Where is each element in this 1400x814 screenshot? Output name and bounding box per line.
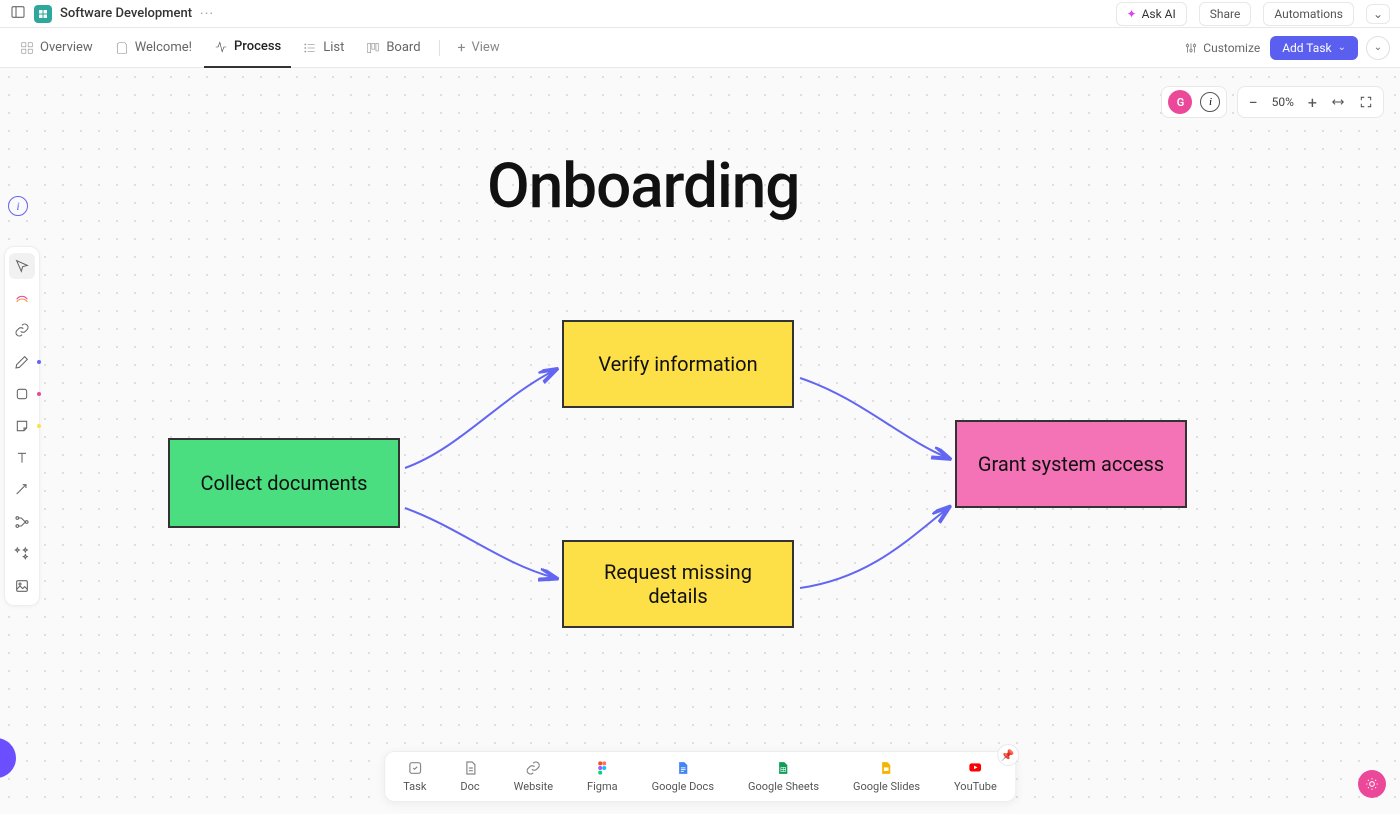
node-request-missing-details[interactable]: Request missing details — [562, 540, 794, 628]
customize-button[interactable]: Customize — [1176, 41, 1268, 55]
drawing-toolbox — [4, 246, 40, 606]
node-verify-information[interactable]: Verify information — [562, 320, 794, 408]
dock-google-slides[interactable]: Google Slides — [853, 760, 920, 793]
tab-board[interactable]: Board — [356, 28, 430, 68]
dock-website[interactable]: Website — [514, 760, 553, 793]
node-collect-documents[interactable]: Collect documents — [168, 438, 400, 528]
chevron-down-icon: ⌄ — [1338, 42, 1346, 53]
space-title[interactable]: Software Development — [60, 6, 192, 21]
ai-tool[interactable] — [9, 285, 35, 311]
dock-doc-label: Doc — [460, 780, 479, 793]
canvas-info-icon[interactable]: i — [8, 196, 28, 216]
help-bubble[interactable] — [0, 738, 16, 778]
gdocs-icon — [675, 760, 691, 776]
figma-icon — [594, 760, 610, 776]
dock-gslides-label: Google Slides — [853, 780, 920, 793]
share-button[interactable]: Share — [1199, 2, 1252, 26]
website-icon — [525, 760, 541, 776]
zoom-level[interactable]: 50% — [1272, 95, 1294, 109]
pin-dock-button[interactable]: 📌 — [997, 744, 1019, 766]
dock-gsheets-label: Google Sheets — [748, 780, 819, 793]
dock-google-sheets[interactable]: Google Sheets — [748, 760, 819, 793]
zoom-out-button[interactable]: − — [1248, 93, 1257, 112]
gslides-icon — [879, 760, 895, 776]
presence-pill: G i — [1161, 86, 1227, 118]
tab-process-label: Process — [234, 39, 281, 54]
sparkle-icon: ✦ — [1127, 7, 1137, 21]
automations-button[interactable]: Automations — [1263, 2, 1354, 26]
connector-tool[interactable] — [9, 477, 35, 503]
ai-assistant-bubble[interactable] — [1358, 770, 1386, 798]
gsheets-icon — [775, 760, 791, 776]
insert-dock: 📌 Task Doc Website Figma Google Docs Goo… — [384, 751, 1016, 802]
plus-icon: + — [458, 40, 466, 56]
select-tool[interactable] — [9, 253, 35, 279]
image-tool[interactable] — [9, 573, 35, 599]
dock-youtube[interactable]: YouTube — [954, 760, 997, 793]
tab-board-label: Board — [386, 40, 420, 55]
tab-welcome-label: Welcome! — [135, 40, 192, 55]
sidebar-toggle-icon[interactable] — [10, 4, 26, 24]
dock-doc[interactable]: Doc — [460, 760, 479, 793]
dock-youtube-label: YouTube — [954, 780, 997, 793]
collapse-chevron[interactable]: ⌄ — [1366, 36, 1390, 60]
add-task-button[interactable]: Add Task ⌄ — [1270, 36, 1358, 60]
link-tool[interactable] — [9, 317, 35, 343]
tab-overview[interactable]: Overview — [10, 28, 103, 68]
zoom-in-button[interactable]: + — [1308, 93, 1317, 112]
tab-separator — [439, 40, 440, 56]
text-tool[interactable] — [9, 445, 35, 471]
magic-tool[interactable] — [9, 541, 35, 567]
dock-task[interactable]: Task — [403, 760, 426, 793]
youtube-icon — [967, 760, 983, 776]
node-grant-system-access[interactable]: Grant system access — [955, 420, 1187, 508]
tab-list[interactable]: List — [293, 28, 354, 68]
tab-overview-label: Overview — [40, 40, 93, 55]
task-icon — [407, 760, 423, 776]
add-task-label: Add Task — [1282, 41, 1331, 55]
diagram-title[interactable]: Onboarding — [487, 150, 799, 223]
dock-website-label: Website — [514, 780, 553, 793]
tab-welcome[interactable]: Welcome! — [105, 28, 202, 68]
add-view-button[interactable]: + View — [448, 28, 510, 68]
dock-figma-label: Figma — [587, 780, 618, 793]
ask-ai-button[interactable]: ✦ Ask AI — [1116, 2, 1187, 26]
mindmap-tool[interactable] — [9, 509, 35, 535]
shape-tool[interactable] — [9, 381, 35, 407]
sticky-tool[interactable] — [9, 413, 35, 439]
space-icon — [34, 5, 52, 23]
draw-tool[interactable] — [9, 349, 35, 375]
more-menu-icon[interactable]: ··· — [200, 6, 214, 22]
dock-gdocs-label: Google Docs — [652, 780, 714, 793]
dock-task-label: Task — [403, 780, 426, 793]
whiteboard-canvas[interactable]: G i − 50% + i Onboarding Collect documen… — [0, 68, 1400, 814]
user-avatar[interactable]: G — [1168, 90, 1192, 114]
doc-icon — [462, 760, 478, 776]
ask-ai-label: Ask AI — [1142, 7, 1176, 21]
add-view-label: View — [471, 40, 499, 55]
tab-process[interactable]: Process — [204, 28, 291, 68]
dock-google-docs[interactable]: Google Docs — [652, 760, 714, 793]
fit-width-button[interactable] — [1331, 95, 1345, 109]
fullscreen-button[interactable] — [1359, 95, 1373, 109]
tab-list-label: List — [323, 40, 344, 55]
dock-figma[interactable]: Figma — [587, 760, 618, 793]
zoom-controls: − 50% + — [1237, 86, 1384, 118]
top-more-chevron[interactable]: ⌄ — [1366, 4, 1390, 24]
customize-label: Customize — [1203, 41, 1260, 55]
info-icon[interactable]: i — [1200, 92, 1220, 112]
